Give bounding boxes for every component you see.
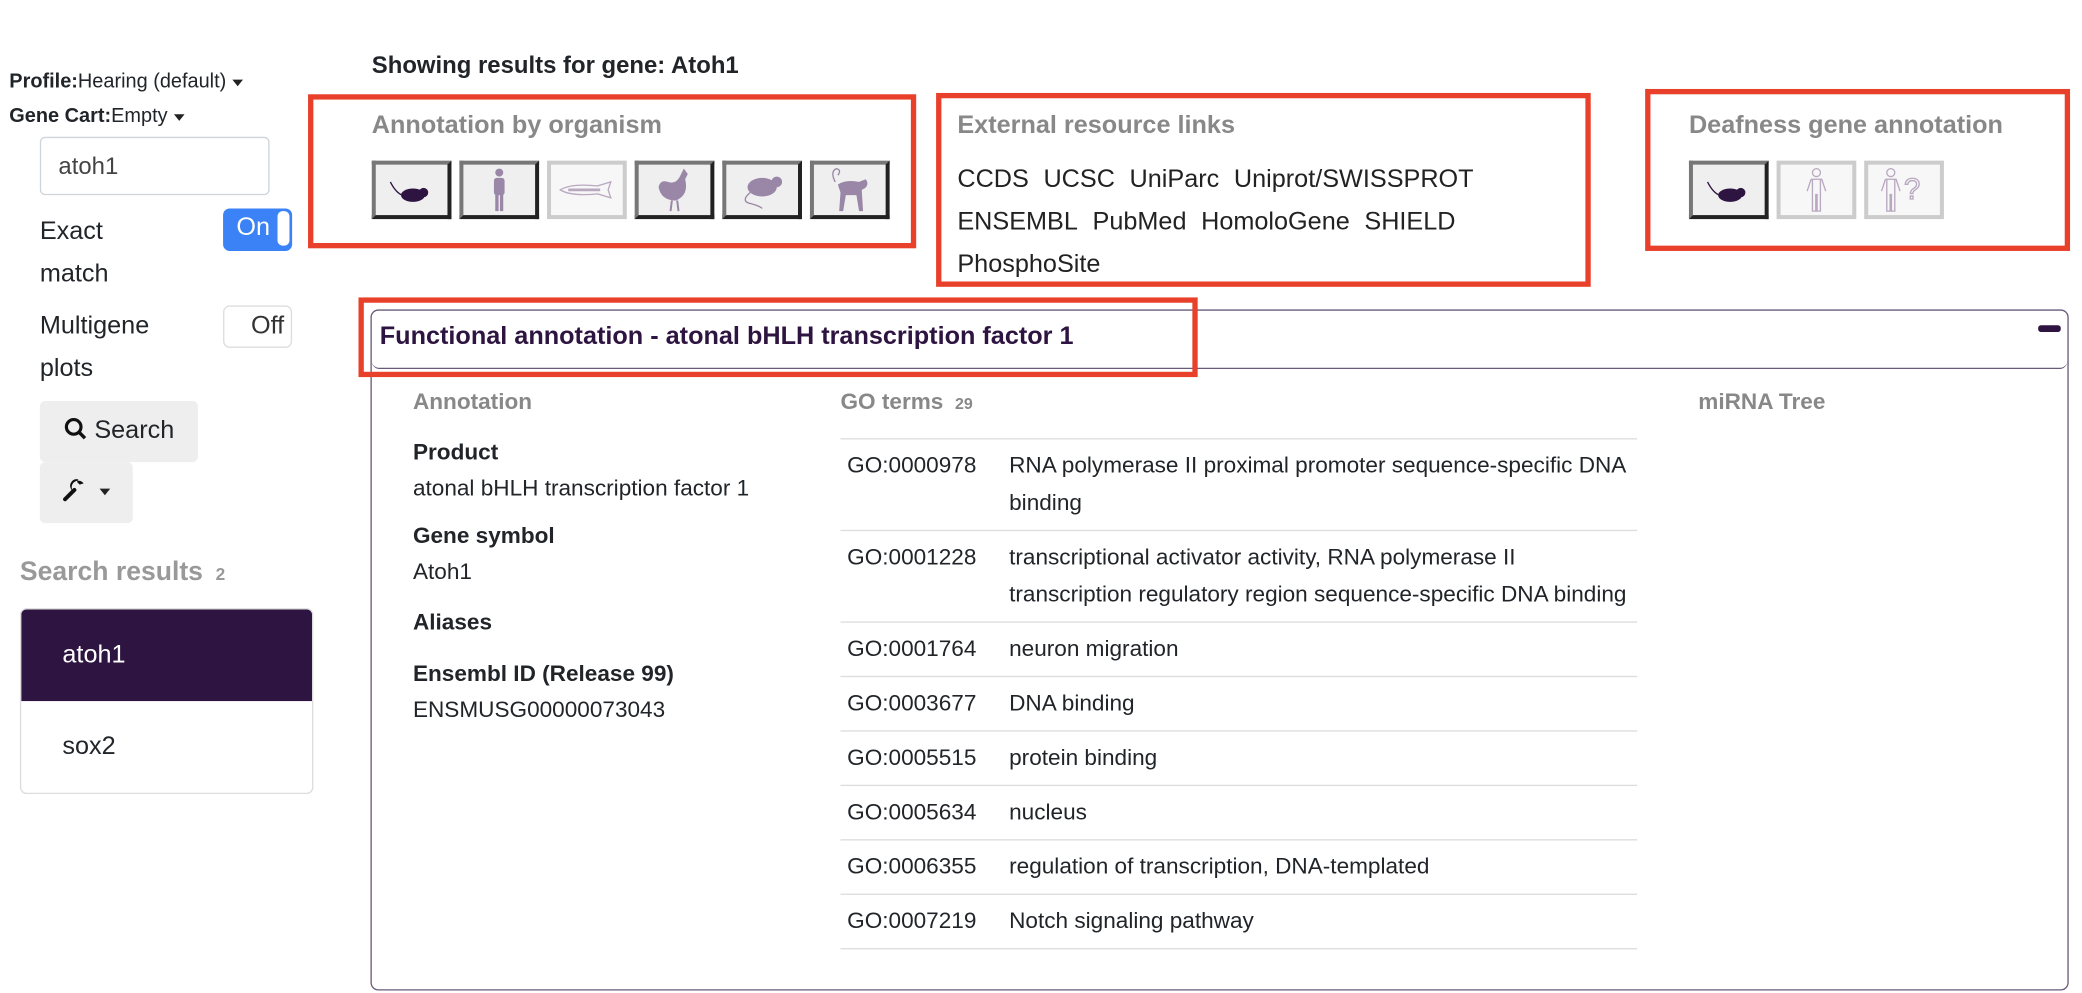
zebrafish-icon: [559, 180, 612, 199]
svg-text:?: ?: [1904, 174, 1920, 206]
search-results-list: atoh1 sox2: [19, 608, 314, 795]
go-term-id: GO:0005634: [847, 799, 977, 825]
rat-icon: [744, 176, 783, 209]
go-term-description: protein binding: [1009, 744, 1158, 771]
exact-match-label: Exact match: [39, 217, 109, 289]
wrench-icon: [63, 479, 85, 502]
gene-symbol-value: Atoh1: [412, 559, 472, 585]
multigene-plots-label: Multigene plots: [39, 312, 150, 383]
go-term-row: GO:0007219 Notch signaling pathway: [840, 893, 1638, 948]
go-terms-table: GO:0000978 RNA polymerase II proximal pro…: [840, 438, 1638, 950]
search-icon: [64, 417, 86, 440]
organism-monkey-button[interactable]: [809, 160, 890, 220]
go-term-id: GO:0007219: [847, 908, 977, 934]
multigene-toggle[interactable]: Off: [223, 305, 293, 348]
result-item-sox2[interactable]: sox2: [21, 701, 312, 793]
go-term-description: RNA polymerase II proximal promoter sequ…: [1009, 452, 1626, 516]
organism-chicken-button[interactable]: [634, 160, 715, 220]
link-shield[interactable]: SHIELD: [1364, 208, 1455, 236]
link-ensembl[interactable]: ENSEMBL: [957, 208, 1078, 236]
exact-match-toggle[interactable]: On: [223, 208, 293, 251]
gene-cart-label: Gene Cart:: [9, 104, 112, 128]
organism-zebrafish-button[interactable]: [547, 160, 627, 220]
go-terms-heading: GO terms 29: [840, 389, 973, 415]
go-term-description: DNA binding: [1009, 690, 1135, 716]
product-value: atonal bHLH transcription factor 1: [412, 475, 750, 501]
human-unknown-icon: ?: [1880, 167, 1921, 212]
link-pubmed[interactable]: PubMed: [1093, 208, 1187, 236]
result-item-atoh1[interactable]: atoh1: [21, 609, 313, 702]
ensembl-value: ENSMUSG00000073043: [412, 697, 666, 723]
go-term-row: GO:0005634 nucleus: [840, 784, 1638, 839]
organism-human-button[interactable]: [459, 160, 540, 220]
caret-down-icon: [174, 113, 185, 121]
go-term-description: Notch signaling pathway: [1009, 908, 1254, 934]
aliases-label: Aliases: [412, 609, 493, 635]
profile-dropdown[interactable]: Profile:Hearing (default): [9, 70, 244, 93]
organism-heading: Annotation by organism: [371, 111, 662, 140]
annotation-heading: Annotation: [412, 389, 533, 415]
gene-search-input[interactable]: atoh1: [39, 136, 270, 196]
go-term-id: GO:0005515: [847, 744, 977, 771]
go-term-row: GO:0000978 RNA polymerase II proximal pro…: [840, 438, 1638, 530]
link-ucsc[interactable]: UCSC: [1043, 166, 1114, 194]
go-terms-column: GO terms 29 GO:0000978 RNA polymerase II …: [840, 389, 1638, 950]
deafness-human-button[interactable]: [1776, 160, 1857, 220]
go-term-id: GO:0001228: [847, 544, 977, 570]
gene-symbol-label: Gene symbol: [412, 523, 555, 549]
caret-down-icon: [99, 488, 110, 496]
organism-rat-button[interactable]: [722, 160, 802, 220]
go-term-row: GO:0001764 neuron migration: [840, 621, 1638, 675]
deafness-heading: Deafness gene annotation: [1688, 111, 2003, 140]
annotation-column: Annotation Product atonal bHLH transcrip…: [413, 389, 798, 729]
organism-mouse-button[interactable]: [371, 160, 452, 220]
caret-down-icon: [232, 79, 244, 86]
go-term-row: GO:0005515 protein binding: [840, 730, 1638, 784]
deafness-human-unknown-button[interactable]: ?: [1864, 160, 1944, 220]
go-term-id: GO:0000978: [847, 452, 977, 479]
go-term-id: GO:0003677: [847, 690, 977, 716]
go-term-id: GO:0006355: [847, 853, 977, 880]
gene-cart-dropdown[interactable]: Gene Cart:Empty: [9, 104, 185, 128]
link-homologene[interactable]: HomoloGene: [1201, 208, 1350, 236]
external-links: CCDS UCSC UniParc Uniprot/SWISSPROT ENSEMBL…: [957, 159, 1581, 286]
mirna-tree-heading: miRNA Tree: [1698, 389, 1826, 415]
search-button[interactable]: Search: [39, 400, 198, 463]
collapse-minus-icon[interactable]: [2038, 325, 2061, 332]
product-label: Product: [412, 439, 499, 465]
link-phosphosite[interactable]: PhosphoSite: [957, 251, 1100, 279]
go-term-row: GO:0001228 transcriptional activator acti…: [840, 529, 1638, 622]
tools-dropdown-button[interactable]: [39, 462, 133, 524]
go-term-row: GO:0003677 DNA binding: [840, 675, 1638, 730]
go-term-id: GO:0001764: [847, 636, 977, 662]
go-term-description: neuron migration: [1009, 636, 1179, 662]
chicken-icon: [658, 168, 688, 212]
human-icon: [1806, 167, 1827, 212]
link-ccds[interactable]: CCDS: [957, 166, 1028, 194]
highlight-box: [358, 297, 1198, 378]
link-uniprot[interactable]: Uniprot/SWISSPROT: [1234, 166, 1474, 194]
gene-cart-value: Empty: [111, 104, 168, 128]
go-count: 29: [954, 394, 973, 413]
results-count: 2: [215, 564, 226, 585]
link-uniparc[interactable]: UniParc: [1130, 166, 1220, 194]
mouse-icon: [1706, 181, 1746, 202]
profile-label: Profile:: [9, 70, 78, 93]
monkey-icon: [832, 167, 868, 212]
go-term-row: GO:0006355 regulation of transcription, D…: [840, 839, 1638, 893]
deafness-mouse-button[interactable]: [1688, 160, 1769, 220]
search-results-heading: Search results 2: [19, 557, 226, 587]
external-links-heading: External resource links: [957, 111, 1235, 140]
go-term-description: regulation of transcription, DNA-templat…: [1009, 853, 1430, 880]
go-term-description: nucleus: [1009, 799, 1087, 825]
page-title: Showing results for gene: Atoh1: [371, 51, 739, 79]
human-icon: [493, 168, 505, 212]
profile-value: Hearing (default): [77, 70, 227, 93]
ensembl-label: Ensembl ID (Release 99): [412, 661, 674, 687]
mouse-icon: [389, 181, 429, 202]
go-term-description: transcriptional activator activity, RNA …: [1009, 544, 1627, 607]
